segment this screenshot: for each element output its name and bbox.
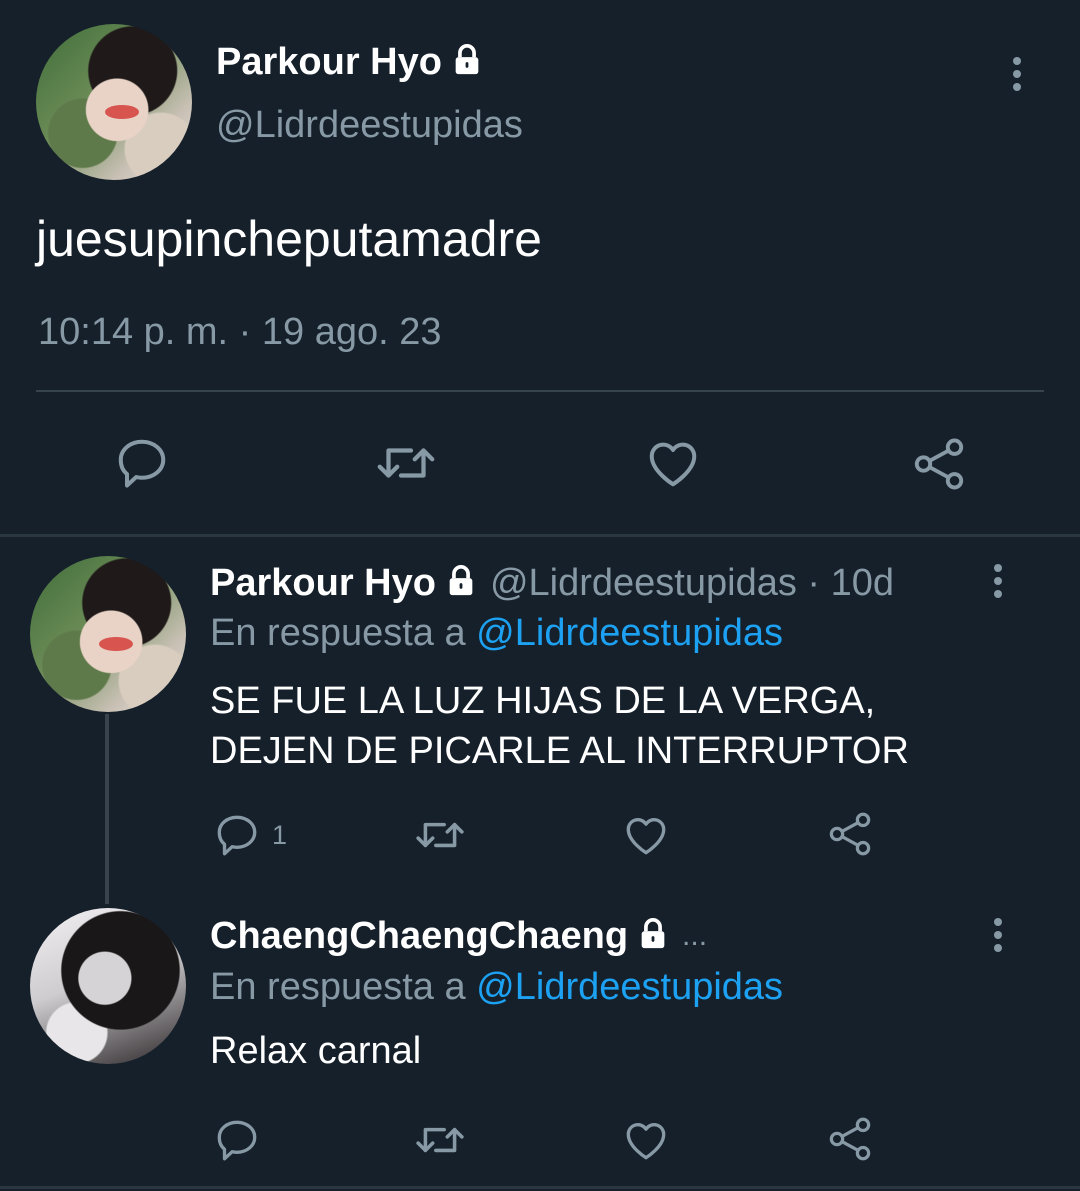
section-divider bbox=[0, 534, 1080, 537]
avatar[interactable] bbox=[36, 24, 192, 180]
handle-and-time: @Lidrdeestupidas · 10d bbox=[489, 561, 895, 604]
reply-context: En respuesta a @Lidrdeestupidas bbox=[210, 612, 783, 655]
reply-context: En respuesta a @Lidrdeestupidas bbox=[210, 966, 783, 1009]
display-name: ChaengChaengChaeng bbox=[210, 914, 629, 957]
tweet-timestamp[interactable]: 10:14 p. m. · 19 ago. 23 bbox=[38, 311, 442, 354]
avatar[interactable] bbox=[30, 556, 186, 712]
display-name: Parkour Hyo bbox=[216, 40, 442, 83]
truncation-ellipsis: ... bbox=[682, 919, 708, 952]
more-options-icon[interactable] bbox=[992, 564, 1004, 603]
more-options-icon[interactable] bbox=[992, 918, 1004, 957]
share-icon[interactable] bbox=[824, 1113, 876, 1165]
display-name: Parkour Hyo bbox=[210, 561, 436, 604]
reply-text-line: DEJEN DE PICARLE AL INTERRUPTOR bbox=[210, 730, 909, 772]
more-options-icon[interactable] bbox=[1011, 57, 1023, 96]
like-icon[interactable] bbox=[620, 810, 672, 860]
like-icon[interactable] bbox=[642, 433, 704, 493]
reply-header[interactable]: Parkour Hyo @Lidrdeestupidas · 10d bbox=[210, 560, 894, 606]
tweet-text: juesupincheputamadre bbox=[36, 211, 542, 267]
reply-count: 1 bbox=[272, 820, 288, 850]
share-icon[interactable] bbox=[908, 433, 970, 495]
reply-header[interactable]: ChaengChaengChaeng ... bbox=[210, 913, 707, 959]
mention-link[interactable]: @Lidrdeestupidas bbox=[476, 966, 783, 1008]
handle[interactable]: @Lidrdeestupidas bbox=[216, 104, 523, 147]
reply-text: Relax carnal bbox=[210, 1030, 422, 1072]
retweet-icon[interactable] bbox=[412, 810, 468, 860]
like-icon[interactable] bbox=[620, 1115, 672, 1165]
retweet-icon[interactable] bbox=[412, 1115, 468, 1165]
main-tweet-author[interactable]: Parkour Hyo bbox=[216, 38, 484, 86]
lock-icon bbox=[444, 564, 478, 603]
reply-prefix: En respuesta a bbox=[210, 612, 477, 654]
avatar[interactable] bbox=[30, 908, 186, 1064]
reply-text-line: SE FUE LA LUZ HIJAS DE LA VERGA, bbox=[210, 680, 876, 722]
lock-icon bbox=[636, 917, 670, 956]
share-icon[interactable] bbox=[824, 808, 876, 860]
reply-icon[interactable] bbox=[212, 810, 262, 860]
reply-icon[interactable] bbox=[212, 1115, 262, 1165]
lock-icon bbox=[450, 43, 484, 82]
divider bbox=[0, 1186, 1080, 1189]
divider bbox=[36, 390, 1044, 392]
reply-icon[interactable] bbox=[112, 433, 172, 493]
reply-prefix: En respuesta a bbox=[210, 966, 477, 1008]
reply-text: SE FUE LA LUZ HIJAS DE LA VERGA, DEJEN D… bbox=[210, 676, 909, 776]
retweet-icon[interactable] bbox=[372, 433, 440, 493]
mention-link[interactable]: @Lidrdeestupidas bbox=[476, 612, 783, 654]
thread-line bbox=[105, 714, 109, 904]
